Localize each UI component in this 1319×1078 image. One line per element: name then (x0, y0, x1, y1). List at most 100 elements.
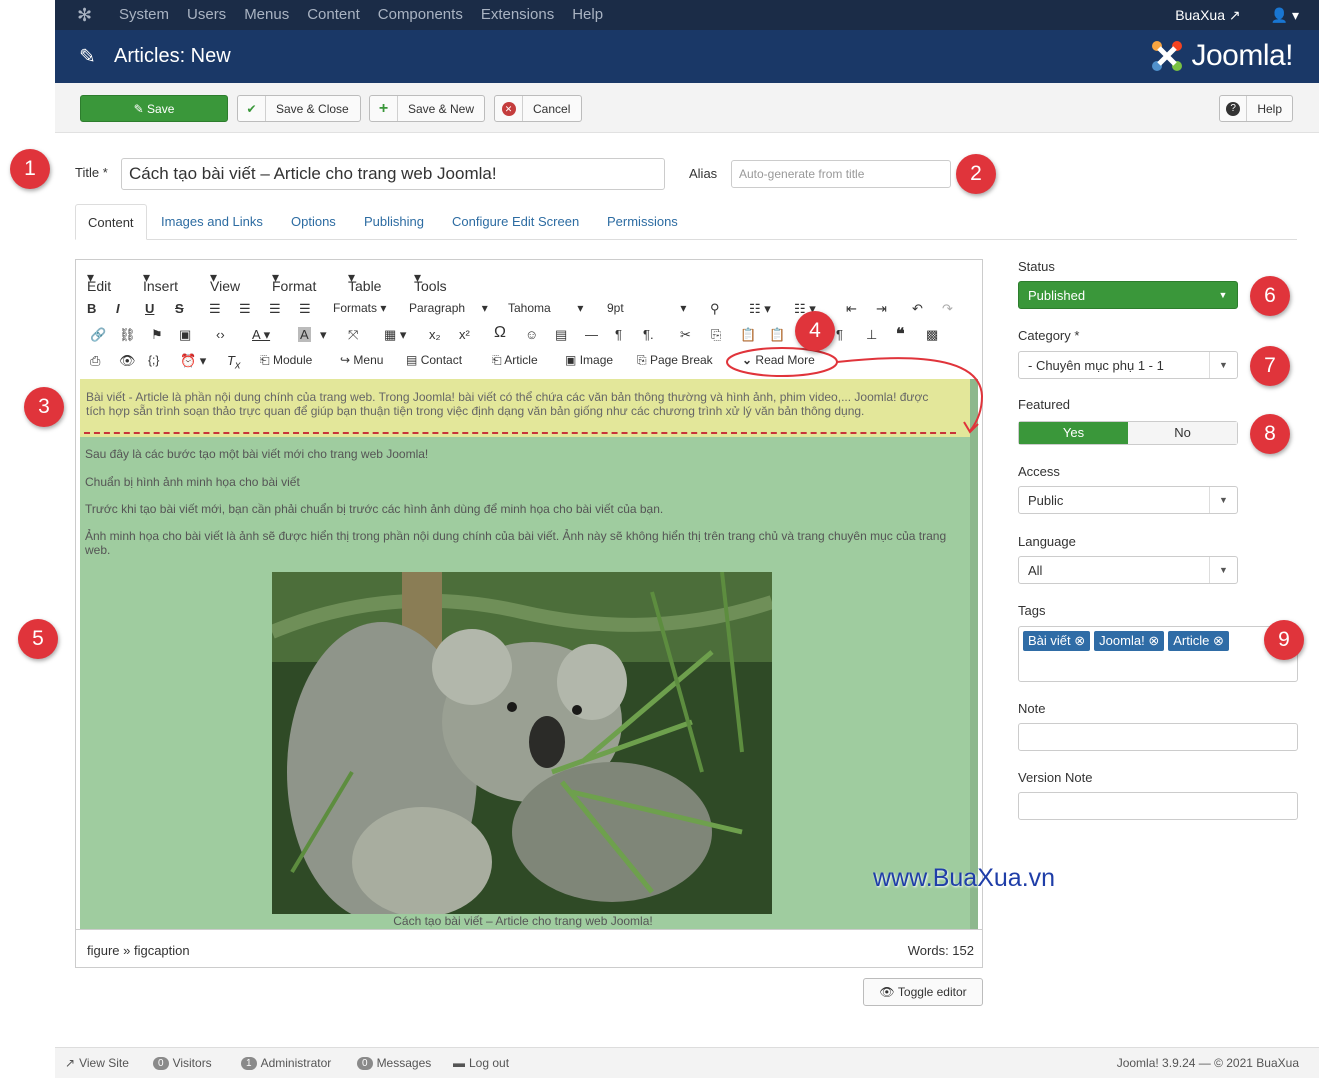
administrator-link[interactable]: 1 Administrator (241, 1056, 331, 1070)
view-site-link[interactable]: ↗ View Site (65, 1056, 129, 1070)
outdent-icon[interactable]: ⇤ (846, 301, 857, 317)
special-char-icon[interactable]: Ω (494, 324, 506, 342)
table-icon[interactable]: ▦ ▾ (384, 327, 406, 343)
help-button[interactable]: ? Help (1219, 95, 1293, 122)
horizontal-rule-icon[interactable]: — (585, 327, 598, 342)
page-break-button[interactable]: ⎘ Page Break (637, 353, 713, 368)
editor-menu-view[interactable]: View ▾ (210, 269, 240, 294)
anchor-icon[interactable]: ⚑ (151, 327, 163, 343)
toggle-editor-button[interactable]: 👁 Toggle editor (863, 978, 983, 1006)
contact-button[interactable]: ▤ Contact (406, 353, 462, 367)
italic-icon[interactable]: I (116, 301, 120, 316)
visitors-link[interactable]: 0 Visitors (153, 1056, 212, 1070)
ltr-icon[interactable]: ¶ (615, 327, 622, 342)
tags-input[interactable]: Bài viết ⊗ Joomla! ⊗ Article ⊗ (1018, 626, 1298, 682)
align-center-icon[interactable]: ☰ (239, 301, 251, 317)
preview-icon[interactable]: 👁 (119, 353, 136, 369)
title-input[interactable]: Cách tạo bài viết – Article cho trang we… (121, 158, 665, 190)
save-close-button[interactable]: ✔ Save & Close (237, 95, 361, 122)
font-dropdown[interactable]: Tahoma ▾ (508, 301, 583, 315)
align-right-icon[interactable]: ☰ (269, 301, 281, 317)
indent-icon[interactable]: ⇥ (876, 301, 887, 317)
rtl-icon[interactable]: ¶. (643, 327, 654, 342)
menu-help[interactable]: Help (572, 0, 603, 30)
emoticon-icon[interactable]: ☺ (525, 327, 538, 342)
underline-icon[interactable]: U (145, 301, 154, 316)
align-justify-icon[interactable]: ☰ (299, 301, 311, 317)
menu-button[interactable]: ↪ Menu (340, 353, 383, 367)
remove-tag-icon[interactable]: ⊗ (1148, 633, 1159, 648)
tab-publishing[interactable]: Publishing (364, 204, 424, 240)
access-select[interactable]: Public ▼ (1018, 486, 1238, 514)
formats-dropdown[interactable]: Formats ▾ (333, 301, 386, 315)
featured-no-button[interactable]: No (1128, 422, 1237, 444)
featured-yes-button[interactable]: Yes (1019, 422, 1128, 444)
tag-chip[interactable]: Joomla! ⊗ (1094, 631, 1165, 651)
editor-menu-insert[interactable]: Insert ▾ (143, 269, 178, 294)
tab-configure-edit-screen[interactable]: Configure Edit Screen (452, 204, 579, 240)
editor-menu-table[interactable]: Table ▾ (348, 269, 381, 294)
language-select[interactable]: All ▼ (1018, 556, 1238, 584)
editor-menu-format[interactable]: Format ▾ (272, 269, 316, 294)
cancel-button[interactable]: ✕ Cancel (494, 95, 582, 122)
superscript-icon[interactable]: x² (459, 327, 470, 342)
redo-icon[interactable]: ↷ (942, 301, 953, 317)
cut-icon[interactable]: ✂ (680, 327, 691, 343)
fullscreen-icon[interactable]: ⤧ (348, 327, 358, 343)
code-sample-icon[interactable]: {;} (148, 353, 159, 367)
editor-menu-edit[interactable]: Edit ▾ (87, 269, 111, 294)
status-select[interactable]: Published ▼ (1018, 281, 1238, 309)
version-note-input[interactable] (1018, 792, 1298, 820)
remove-tag-icon[interactable]: ⊗ (1074, 633, 1085, 648)
site-link[interactable]: BuaXua ↗ (1175, 0, 1240, 30)
image-button[interactable]: ▣ Image (565, 353, 613, 367)
tab-permissions[interactable]: Permissions (607, 204, 678, 240)
paragraph-dropdown[interactable]: Paragraph ▾ (409, 301, 488, 315)
menu-content[interactable]: Content (307, 0, 360, 30)
clock-icon[interactable]: ⏰ ▾ (180, 353, 206, 369)
editor-content[interactable]: Bài viết - Article là phần nội dung chín… (80, 379, 978, 929)
undo-icon[interactable]: ↶ (912, 301, 923, 317)
save-new-button[interactable]: + Save & New (369, 95, 485, 122)
tag-chip[interactable]: Article ⊗ (1168, 631, 1229, 651)
tag-chip[interactable]: Bài viết ⊗ (1023, 631, 1091, 651)
menu-extensions[interactable]: Extensions (481, 0, 554, 30)
find-replace-icon[interactable]: ⚲ (710, 301, 720, 317)
align-left-icon[interactable]: ☰ (209, 301, 221, 317)
subscript-icon[interactable]: x₂ (429, 327, 441, 342)
user-icon[interactable]: 👤 ▾ (1271, 0, 1299, 30)
code-icon[interactable]: ‹› (216, 327, 225, 342)
clear-format-icon[interactable]: Tx (227, 353, 240, 372)
menu-menus[interactable]: Menus (244, 0, 289, 30)
media-icon[interactable]: ▤ (555, 327, 567, 343)
menu-users[interactable]: Users (187, 0, 226, 30)
category-select[interactable]: - Chuyên mục phụ 1 - 1 ▼ (1018, 351, 1238, 379)
text-color-icon[interactable]: A ▾ (252, 327, 270, 343)
background-color-icon[interactable]: A (298, 327, 311, 342)
messages-link[interactable]: 0 Messages (357, 1056, 431, 1070)
strikethrough-icon[interactable]: S (175, 301, 184, 316)
article-button[interactable]: ⎗ Article (492, 353, 538, 368)
koala-image[interactable] (272, 572, 772, 914)
editor-menu-tools[interactable]: Tools ▾ (414, 269, 447, 294)
bold-icon[interactable]: B (87, 301, 96, 316)
note-input[interactable] (1018, 723, 1298, 751)
menu-components[interactable]: Components (378, 0, 463, 30)
editor-scrollbar[interactable] (970, 379, 978, 929)
size-dropdown[interactable]: 9pt ▾ (607, 301, 686, 315)
print-icon[interactable]: ⎙ (90, 353, 100, 369)
save-button[interactable]: ✎ Save (80, 95, 228, 122)
module-button[interactable]: ⎗ Module (260, 353, 312, 368)
background-color-dropdown-icon[interactable]: ▾ (320, 327, 327, 343)
tab-options[interactable]: Options (291, 204, 336, 240)
insert-image-icon[interactable]: ▣ (179, 327, 191, 343)
unlink-icon[interactable]: ⛓ (119, 327, 136, 343)
tab-images-links[interactable]: Images and Links (161, 204, 263, 240)
logout-link[interactable]: ▬ Log out (453, 1056, 509, 1070)
alias-input[interactable]: Auto-generate from title (731, 160, 951, 188)
bullet-list-icon[interactable]: ☷ ▾ (749, 301, 771, 317)
joomla-menu-icon[interactable]: ✻ (77, 5, 97, 25)
menu-system[interactable]: System (119, 0, 169, 30)
remove-tag-icon[interactable]: ⊗ (1213, 633, 1224, 648)
link-icon[interactable]: 🔗 (90, 327, 106, 343)
